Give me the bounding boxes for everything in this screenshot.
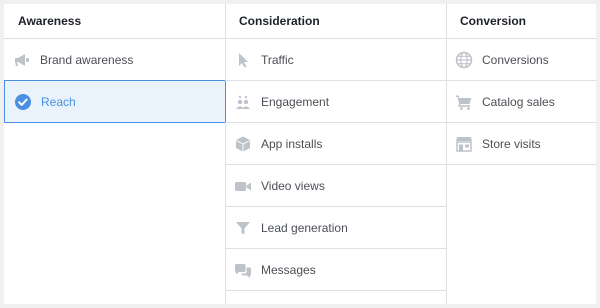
column-heading-consideration: Consideration xyxy=(225,4,446,39)
objective-label: Reach xyxy=(41,94,76,109)
objective-reach[interactable]: Reach xyxy=(4,80,226,123)
objective-label: Catalog sales xyxy=(482,94,555,109)
chat-bubbles-icon xyxy=(233,260,253,280)
checkmark-circle-icon xyxy=(13,92,33,112)
objective-lead-generation[interactable]: Lead generation xyxy=(225,207,446,249)
objective-label: Engagement xyxy=(261,94,330,109)
objective-catalog-sales[interactable]: Catalog sales xyxy=(446,81,596,123)
objective-engagement[interactable]: Engagement xyxy=(225,81,446,123)
objective-label: Brand awareness xyxy=(40,52,134,67)
objective-label: Video views xyxy=(261,178,325,193)
objective-video-views[interactable]: Video views xyxy=(225,165,446,207)
globe-icon xyxy=(454,50,474,70)
storefront-icon xyxy=(454,134,474,154)
funnel-icon xyxy=(233,218,253,238)
objective-messages[interactable]: Messages xyxy=(225,249,446,291)
objective-brand-awareness[interactable]: Brand awareness xyxy=(4,39,225,81)
shopping-cart-icon xyxy=(454,92,474,112)
objective-store-visits[interactable]: Store visits xyxy=(446,123,596,165)
objective-app-installs[interactable]: App installs xyxy=(225,123,446,165)
objective-label: Messages xyxy=(261,262,316,277)
objective-grid: Awareness Brand awareness Reach Consider… xyxy=(4,4,596,304)
column-awareness: Awareness Brand awareness Reach xyxy=(4,4,226,304)
objective-label: Lead generation xyxy=(261,220,348,235)
column-consideration: Consideration Traffic Engagement App ins… xyxy=(225,4,447,304)
cursor-icon xyxy=(233,50,253,70)
objective-conversions[interactable]: Conversions xyxy=(446,39,596,81)
objective-label: Traffic xyxy=(261,52,294,67)
video-camera-icon xyxy=(233,176,253,196)
column-conversion: Conversion Conversions Catalog sales Sto… xyxy=(446,4,596,304)
column-heading-awareness: Awareness xyxy=(4,4,225,39)
objective-label: Conversions xyxy=(482,52,549,67)
people-icon xyxy=(233,92,253,112)
column-heading-conversion: Conversion xyxy=(446,4,596,39)
objective-label: App installs xyxy=(261,136,323,151)
objective-label: Store visits xyxy=(482,136,541,151)
box-icon xyxy=(233,134,253,154)
megaphone-icon xyxy=(12,50,32,70)
objective-traffic[interactable]: Traffic xyxy=(225,39,446,81)
